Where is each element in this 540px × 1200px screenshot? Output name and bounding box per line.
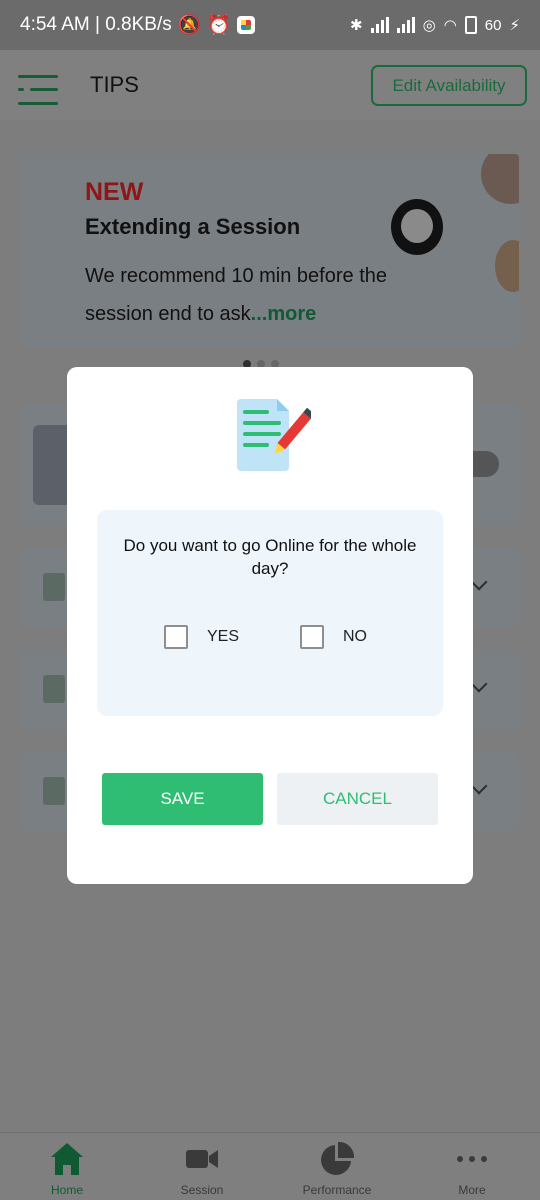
more-dots-icon [457, 1156, 487, 1162]
person-icon [43, 777, 65, 805]
document-edit-icon [237, 399, 311, 471]
hotspot-icon: ◎ [422, 17, 436, 34]
yes-label: YES [207, 628, 240, 645]
nav-performance-label: Performance [302, 1183, 372, 1197]
signal-icon [396, 17, 415, 33]
video-camera-icon [186, 1150, 218, 1168]
nav-session-label: Session [180, 1183, 224, 1197]
page-title: TIPS [90, 72, 139, 97]
notes-icon [43, 573, 65, 601]
home-icon [51, 1143, 83, 1175]
nav-home[interactable]: Home [12, 1141, 122, 1197]
question-box: Do you want to go Online for the whole d… [97, 510, 443, 716]
status-left: 4:54 AM | 0.8KB/s 🔕 ⏰ [20, 13, 256, 37]
wifi-icon: ◠ [443, 17, 457, 34]
app-bar: TIPS Edit Availability [0, 50, 540, 120]
alarm-clock-icon [391, 199, 443, 255]
status-bar: 4:54 AM | 0.8KB/s 🔕 ⏰ ✱ ◎ ◠ 60 ⚡ [0, 0, 540, 50]
banner-title: Extending a Session [85, 214, 301, 239]
chevron-down-icon[interactable] [470, 573, 488, 591]
nav-more-label: More [458, 1183, 486, 1197]
book-icon [43, 675, 65, 703]
mute-icon: 🔕 [177, 15, 202, 36]
menu-icon[interactable] [18, 75, 58, 105]
dialog-question: Do you want to go Online for the whole d… [123, 536, 417, 578]
bluetooth-icon: ✱ [350, 17, 363, 34]
app-icon [237, 16, 256, 34]
nav-home-label: Home [50, 1183, 83, 1197]
no-option[interactable]: NO [300, 625, 367, 649]
nav-more[interactable]: More [417, 1141, 527, 1197]
nav-performance[interactable]: Performance [282, 1141, 392, 1197]
tips-banner[interactable]: NEW Extending a Session We recommend 10 … [21, 154, 519, 347]
chevron-down-icon[interactable] [470, 675, 488, 693]
nav-session[interactable]: Session [147, 1141, 257, 1197]
cancel-button[interactable]: CANCEL [277, 773, 438, 825]
banner-more-link[interactable]: ...more [251, 303, 317, 325]
status-right: ✱ ◎ ◠ 60 ⚡ [350, 16, 520, 34]
coffee-cup-image [481, 154, 519, 204]
cookie-image [495, 240, 519, 292]
no-label: NO [343, 628, 367, 645]
battery-level: 60 [484, 16, 502, 34]
save-button[interactable]: SAVE [102, 773, 263, 825]
edit-availability-button[interactable]: Edit Availability [371, 65, 527, 106]
no-checkbox[interactable] [300, 625, 324, 649]
charging-icon: ⚡ [509, 17, 520, 34]
bottom-nav: Home Session Performance More [0, 1132, 540, 1200]
yes-option[interactable]: YES [164, 625, 239, 649]
chevron-down-icon[interactable] [470, 777, 488, 795]
yes-checkbox[interactable] [164, 625, 188, 649]
banner-new-tag: NEW [85, 178, 144, 206]
battery-icon [464, 16, 477, 34]
pie-chart-icon [321, 1141, 355, 1175]
banner-body: We recommend 10 min before the session e… [85, 265, 388, 325]
status-time: 4:54 AM | 0.8KB/s [20, 14, 172, 35]
signal-icon [370, 17, 389, 33]
banner-text: We recommend 10 min before the session e… [85, 257, 405, 333]
alarm-icon: ⏰ [207, 15, 232, 36]
online-dialog: Do you want to go Online for the whole d… [67, 367, 473, 884]
